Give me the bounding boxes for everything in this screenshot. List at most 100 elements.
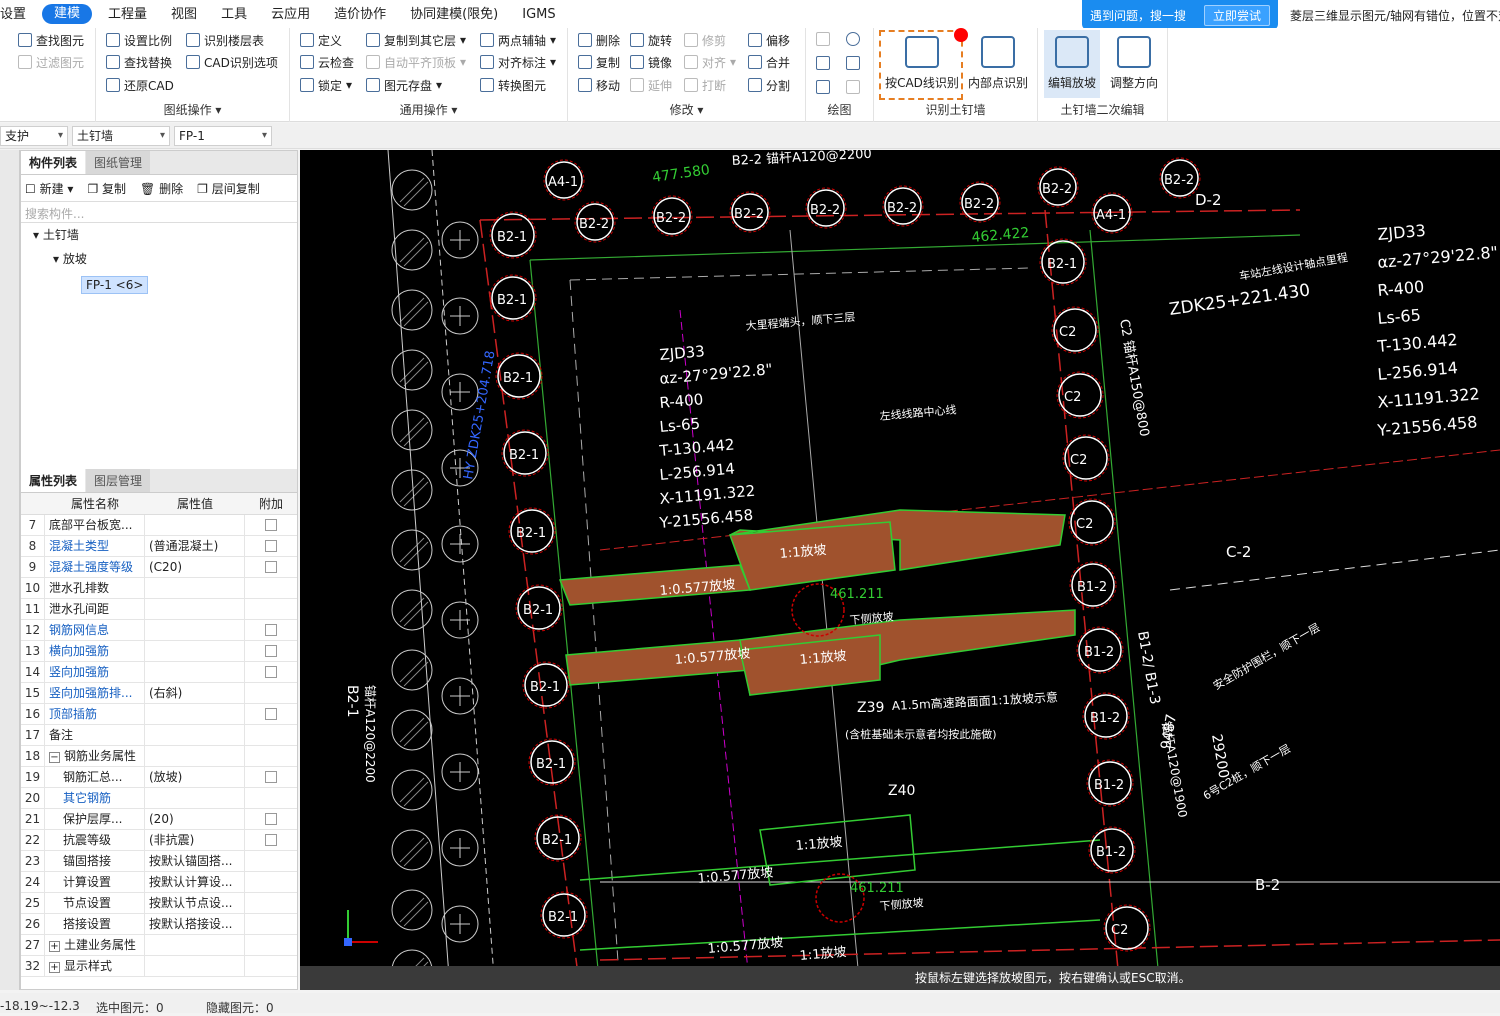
property-value[interactable]: (20) [145, 809, 245, 829]
find-element-button[interactable]: 查找图元 [18, 30, 84, 50]
mirror-button[interactable]: 镜像 [630, 52, 672, 72]
property-value[interactable]: (放坡) [145, 767, 245, 787]
property-row[interactable]: 15 竖向加强筋排... (右斜) [21, 683, 297, 704]
trim-button[interactable]: 修剪 [684, 30, 726, 50]
inner-point-identify-button[interactable]: 内部点识别 [966, 32, 1030, 91]
property-value[interactable] [145, 641, 245, 661]
property-row[interactable]: 26 搭接设置 按默认搭接设... [21, 914, 297, 935]
menu-settings[interactable]: 设置 [0, 0, 38, 28]
identify-floor-table-button[interactable]: 识别楼层表 [186, 30, 264, 50]
cad-drawing[interactable]: B2-1 B2-1 B2-1 B2-1 B2-1 B2-1 B2-1 B2-1 B2-1 B2-1… [300, 150, 1500, 990]
identify-by-cad-line-button[interactable]: 按CAD线识别 [882, 32, 962, 91]
property-value[interactable]: 按默认计算设... [145, 872, 245, 892]
property-row[interactable]: 25 节点设置 按默认节点设... [21, 893, 297, 914]
menu-tools[interactable]: 工具 [209, 0, 259, 28]
auto-align-top-button[interactable]: 自动平齐顶板 ▾ [366, 52, 466, 72]
property-value[interactable] [145, 746, 245, 766]
extra-checkbox[interactable] [265, 624, 277, 636]
property-value[interactable] [145, 956, 245, 976]
property-row[interactable]: 20 其它钢筋 [21, 788, 297, 809]
copy-component-button[interactable]: ❐ 复制 [87, 180, 126, 197]
adjust-direction-button[interactable]: 调整方向 [1104, 32, 1164, 91]
property-value[interactable] [145, 935, 245, 955]
set-scale-button[interactable]: 设置比例 [106, 30, 172, 50]
property-value[interactable] [145, 515, 245, 535]
property-row[interactable]: 16 顶部插筋 [21, 704, 297, 725]
lock-button[interactable]: 锁定 ▾ [300, 75, 352, 95]
extra-checkbox[interactable] [265, 645, 277, 657]
line-draw-icon[interactable] [816, 56, 830, 70]
tree-leaf[interactable]: FP-1 <6> [21, 273, 297, 297]
property-value[interactable] [145, 578, 245, 598]
arc-draw-icon[interactable] [816, 80, 830, 94]
copy-between-floors-button[interactable]: ❐ 层间复制 [197, 180, 260, 197]
category-select[interactable]: 支护 [0, 126, 68, 146]
copy-button[interactable]: 复制 [578, 52, 620, 72]
restore-cad-button[interactable]: 还原CAD [106, 75, 174, 95]
new-component-button[interactable]: ☐ 新建 ▾ [25, 180, 73, 197]
property-row[interactable]: 17 备注 [21, 725, 297, 746]
break-button[interactable]: 打断 [684, 75, 726, 95]
property-row[interactable]: 14 竖向加强筋 [21, 662, 297, 683]
extra-checkbox[interactable] [265, 813, 277, 825]
property-value[interactable]: 按默认节点设... [145, 893, 245, 913]
property-row[interactable]: 12 钢筋网信息 [21, 620, 297, 641]
filter-element-button[interactable]: 过滤图元 [18, 52, 84, 72]
tab-property-list[interactable]: 属性列表 [21, 469, 86, 492]
extra-checkbox[interactable] [265, 708, 277, 720]
menu-cost-collab[interactable]: 造价协作 [322, 0, 398, 28]
menu-collab-modeling[interactable]: 协同建模(限免) [398, 0, 510, 28]
try-now-button[interactable]: 立即尝试 [1204, 4, 1271, 26]
copy-to-other-layer-button[interactable]: 复制到其它层 ▾ [366, 30, 466, 50]
component-search-input[interactable]: 搜索构件... [21, 201, 297, 223]
property-row[interactable]: 10 泄水孔排数 [21, 578, 297, 599]
convert-element-button[interactable]: 转换图元 [480, 75, 546, 95]
define-button[interactable]: 定义 [300, 30, 342, 50]
property-row[interactable]: 9 混凝土强度等级 (C20) [21, 557, 297, 578]
cad-canvas[interactable]: B2-1 B2-1 B2-1 B2-1 B2-1 B2-1 B2-1 B2-1 B2-1 B2-1… [300, 150, 1500, 990]
delete-button[interactable]: 删除 [578, 30, 620, 50]
property-row[interactable]: 21 保护层厚... (20) [21, 809, 297, 830]
offset-button[interactable]: 偏移 [748, 30, 790, 50]
clock-icon[interactable] [846, 32, 860, 46]
extra-checkbox[interactable] [265, 834, 277, 846]
expand-toggle-icon[interactable]: + [49, 962, 60, 973]
property-row[interactable]: 13 横向加强筋 [21, 641, 297, 662]
rect-draw-icon[interactable] [846, 56, 860, 70]
tree-child[interactable]: ▾ 放坡 [21, 247, 297, 271]
property-row[interactable]: 7 底部平台板宽... [21, 515, 297, 536]
property-value[interactable]: (非抗震) [145, 830, 245, 850]
menu-quantity[interactable]: 工程量 [96, 0, 159, 28]
tab-drawing-manage[interactable]: 图纸管理 [86, 151, 151, 174]
align-dimension-button[interactable]: 对齐标注 ▾ [480, 52, 556, 72]
property-row[interactable]: 8 混凝土类型 (普通混凝土) [21, 536, 297, 557]
cloud-check-button[interactable]: 云检查 [300, 52, 354, 72]
expand-toggle-icon[interactable]: − [49, 752, 60, 763]
property-row[interactable]: 27 + 土建业务属性 [21, 935, 297, 956]
property-row[interactable]: 11 泄水孔间距 [21, 599, 297, 620]
point-draw-icon[interactable] [816, 32, 830, 46]
extend-button[interactable]: 延伸 [630, 75, 672, 95]
extra-checkbox[interactable] [265, 666, 277, 678]
tab-layer-manage[interactable]: 图层管理 [86, 469, 151, 492]
extra-checkbox[interactable] [265, 771, 277, 783]
menu-view[interactable]: 视图 [159, 0, 209, 28]
property-value[interactable] [145, 599, 245, 619]
tree-root[interactable]: ▾ 土钉墙 [21, 223, 297, 247]
menu-igms[interactable]: IGMS [510, 0, 567, 28]
property-value[interactable]: (右斜) [145, 683, 245, 703]
property-value[interactable] [145, 725, 245, 745]
property-row[interactable]: 18− 钢筋业务属性 [21, 746, 297, 767]
two-point-axis-button[interactable]: 两点辅轴 ▾ [480, 30, 556, 50]
delete-component-button[interactable]: 🗑 删除 [140, 180, 183, 197]
property-value[interactable]: 按默认锚固搭... [145, 851, 245, 871]
find-replace-button[interactable]: 查找替换 [106, 52, 172, 72]
component-select[interactable]: FP-1 [174, 126, 272, 146]
type-select[interactable]: 土钉墙 [72, 126, 170, 146]
property-value[interactable] [145, 704, 245, 724]
move-button[interactable]: 移动 [578, 75, 620, 95]
property-row[interactable]: 23 锚固搭接 按默认锚固搭... [21, 851, 297, 872]
expand-toggle-icon[interactable]: + [49, 941, 60, 952]
extra-checkbox[interactable] [265, 519, 277, 531]
extra-checkbox[interactable] [265, 540, 277, 552]
